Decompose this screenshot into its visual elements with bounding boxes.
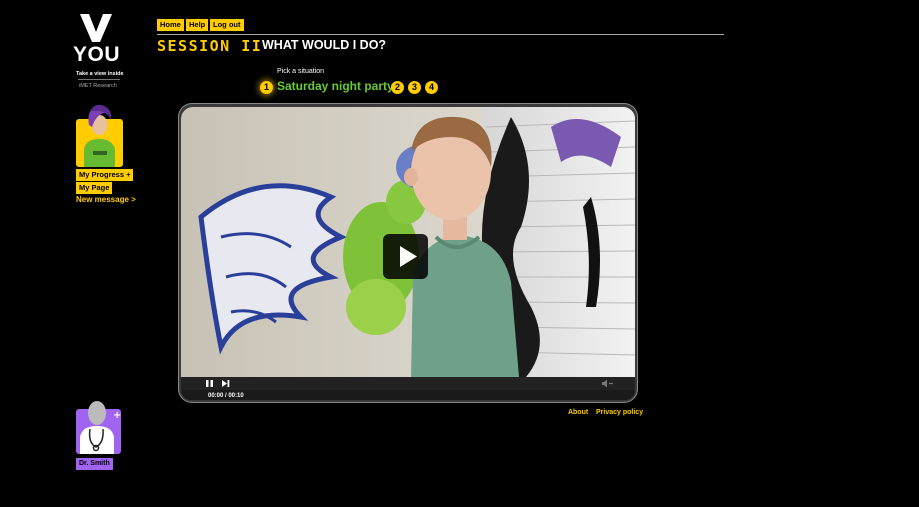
my-progress-button[interactable]: My Progress + bbox=[76, 169, 134, 181]
next-icon[interactable] bbox=[221, 379, 231, 388]
user-avatar[interactable] bbox=[76, 103, 123, 167]
page-title: WHAT WOULD I DO? bbox=[262, 38, 387, 52]
logo-org: iMET Research bbox=[79, 83, 117, 89]
privacy-policy-link[interactable]: Privacy policy bbox=[596, 409, 643, 416]
video-time: 00:00 / 00:10 bbox=[208, 393, 244, 399]
doctor-label[interactable]: Dr. Smith bbox=[76, 458, 113, 470]
avatar-icon bbox=[76, 104, 123, 167]
situation-prompt: Pick a situation bbox=[277, 68, 325, 75]
logo-brand: YOU bbox=[73, 43, 121, 66]
doctor-icon: + bbox=[76, 401, 121, 454]
doctor-avatar[interactable]: + bbox=[76, 399, 121, 454]
situation-4-button[interactable]: 4 bbox=[425, 81, 438, 94]
logo-v-mark bbox=[80, 14, 112, 42]
pause-icon[interactable] bbox=[205, 379, 215, 388]
video-timebar bbox=[181, 390, 635, 400]
header-rule bbox=[157, 34, 724, 35]
about-link[interactable]: About bbox=[568, 409, 588, 416]
svg-text:+: + bbox=[113, 410, 121, 421]
current-situation: Saturday night party bbox=[277, 79, 394, 93]
help-button[interactable]: Help bbox=[186, 19, 209, 31]
situation-2-button[interactable]: 2 bbox=[391, 81, 404, 94]
logout-button[interactable]: Log out bbox=[210, 19, 244, 31]
video-controls bbox=[181, 377, 635, 390]
play-button[interactable] bbox=[383, 234, 428, 279]
logo-divider bbox=[78, 79, 120, 80]
logo: YOU Take a view inside iMET Research bbox=[70, 14, 126, 94]
home-button[interactable]: Home bbox=[157, 19, 184, 31]
play-icon bbox=[400, 246, 417, 267]
my-page-button[interactable]: My Page bbox=[76, 182, 113, 194]
volume-icon[interactable] bbox=[601, 379, 615, 388]
logo-tagline: Take a view inside bbox=[76, 71, 124, 77]
situation-1-button[interactable]: 1 bbox=[260, 81, 273, 94]
situation-3-button[interactable]: 3 bbox=[408, 81, 421, 94]
session-label: SESSION II bbox=[157, 37, 263, 55]
new-message-link[interactable]: New message > bbox=[76, 195, 136, 204]
